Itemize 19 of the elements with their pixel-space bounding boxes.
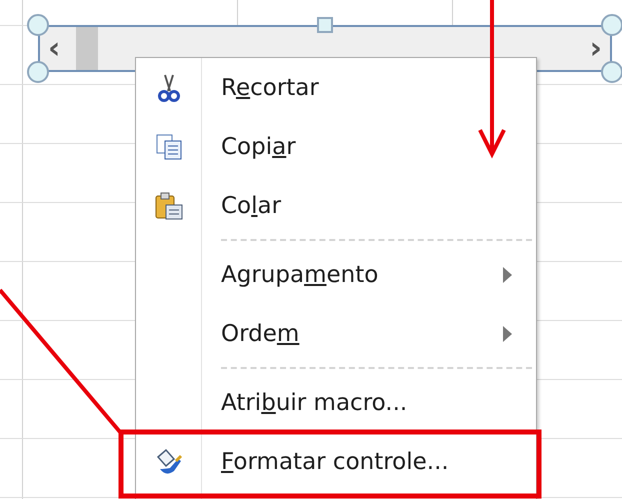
menu-item[interactable]: Agrupamento xyxy=(136,245,536,304)
resize-handle[interactable] xyxy=(601,61,622,83)
menu-item[interactable]: Colar xyxy=(136,176,536,235)
copy-icon xyxy=(154,132,182,160)
resize-handle[interactable] xyxy=(317,17,333,33)
menu-item[interactable]: Formatar controle... xyxy=(136,432,536,491)
left-arrow[interactable]: ‹ xyxy=(48,34,60,64)
clipboard-icon xyxy=(154,190,184,220)
resize-handle[interactable] xyxy=(27,61,49,83)
resize-handle[interactable] xyxy=(601,14,622,36)
menu-item[interactable]: Atribuir macro... xyxy=(136,373,536,432)
scissors-icon xyxy=(156,72,182,102)
resize-handle[interactable] xyxy=(27,14,49,36)
menu-item[interactable]: Copiar xyxy=(136,117,536,176)
scroll-thumb[interactable] xyxy=(76,27,98,70)
submenu-arrow-icon xyxy=(503,266,512,282)
right-arrow[interactable]: › xyxy=(590,34,602,64)
submenu-arrow-icon xyxy=(503,326,512,342)
menu-item[interactable]: Ordem xyxy=(136,304,536,363)
